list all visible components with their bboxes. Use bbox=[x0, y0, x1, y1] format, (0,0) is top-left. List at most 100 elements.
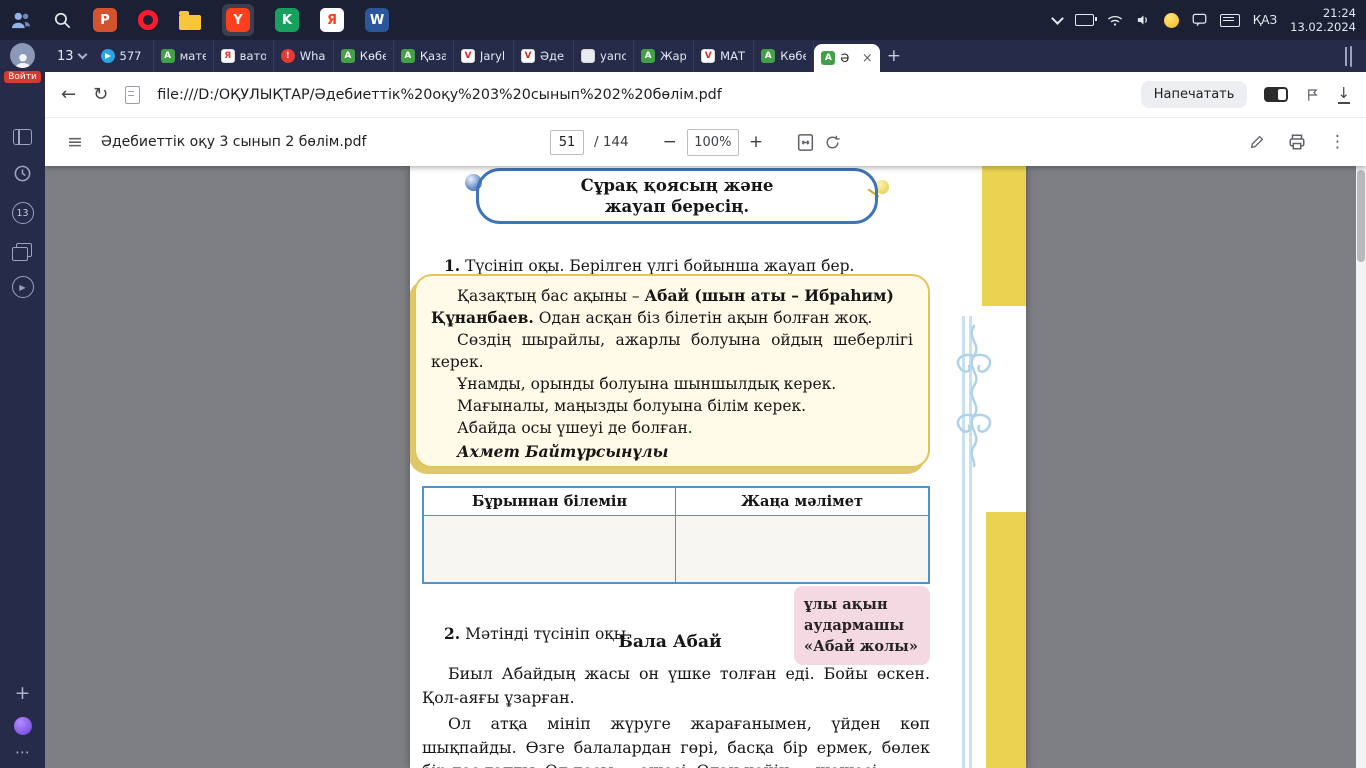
tab[interactable]: VJaryl bbox=[454, 40, 514, 72]
pdf-page: Сұрақ қоясың және жауап бересің. 1. Түсі… bbox=[410, 166, 1026, 768]
story-paragraph: Ол атқа мініп жүруге жарағанымен, үйден … bbox=[422, 712, 930, 768]
tab[interactable]: !Wha bbox=[274, 40, 334, 72]
downloads-icon[interactable]: ↓ bbox=[1337, 86, 1350, 104]
tab-count-badge[interactable]: 13 bbox=[12, 202, 34, 224]
tray-chevron-icon[interactable] bbox=[1051, 12, 1064, 25]
active-tab[interactable]: А Ә × bbox=[814, 44, 880, 72]
tab-label: Wha bbox=[300, 49, 326, 63]
tray-time: 21:24 bbox=[1290, 6, 1356, 20]
rotate-icon[interactable] bbox=[824, 134, 841, 151]
tab[interactable]: АҚаза bbox=[394, 40, 454, 72]
chat-icon[interactable] bbox=[1192, 13, 1207, 27]
tab[interactable]: VӘде bbox=[514, 40, 574, 72]
lesson-header-text: Сұрақ қоясың және жауап бересің. bbox=[550, 175, 805, 218]
language-indicator[interactable]: ҚАЗ bbox=[1253, 13, 1277, 27]
tab-label: Жар bbox=[660, 49, 686, 63]
reload-button[interactable]: ↻ bbox=[93, 86, 108, 104]
print-page-button[interactable]: Напечатать bbox=[1141, 81, 1248, 108]
story-paragraph: Биыл Абайдың жасы он үшке толған еді. Бо… bbox=[422, 662, 930, 709]
tab[interactable]: АКөбе bbox=[754, 40, 814, 72]
pdf-title: Әдебиеттік оқу 3 сынып 2 бөлім.pdf bbox=[101, 134, 367, 150]
keyboard-icon[interactable] bbox=[1220, 14, 1240, 27]
alice-icon[interactable] bbox=[14, 717, 32, 735]
v-favicon: V bbox=[701, 49, 715, 63]
alice-tray-icon[interactable] bbox=[1164, 13, 1179, 28]
scrollbar-thumb[interactable] bbox=[1357, 170, 1365, 262]
quote-bold: Абай (шын аты – Ибраһим) bbox=[645, 286, 894, 305]
yandex-search-icon[interactable]: Я bbox=[320, 8, 344, 32]
tab-counter[interactable]: 13 bbox=[49, 45, 94, 68]
avatar[interactable] bbox=[10, 43, 35, 68]
powerpoint-icon[interactable]: P bbox=[93, 8, 117, 32]
yandex-browser-icon[interactable]: Y bbox=[226, 8, 250, 32]
kundelik-icon[interactable]: K bbox=[275, 8, 299, 32]
vocabulary-box: ұлы ақын аудармашы «Абай жолы» bbox=[794, 586, 930, 665]
battery-icon[interactable] bbox=[1075, 14, 1094, 26]
close-icon[interactable]: × bbox=[862, 51, 873, 66]
yandex-browser-active-slot[interactable]: Y bbox=[222, 4, 254, 36]
annotate-pen-icon[interactable] bbox=[1249, 134, 1265, 150]
taskbar: P Y K Я W ҚАЗ bbox=[0, 0, 1366, 40]
quote-bold: Құнанбаев. bbox=[431, 308, 534, 327]
tab[interactable]: V МАТ bbox=[694, 40, 754, 72]
tab-label: уапс bbox=[600, 49, 626, 63]
menu-icon[interactable]: ≡ bbox=[67, 131, 83, 153]
quote-text: Қазақтың бас ақыны – bbox=[457, 287, 645, 305]
tab[interactable]: Явато bbox=[214, 40, 274, 72]
tab[interactable]: Амате bbox=[154, 40, 214, 72]
collections-flag-icon[interactable] bbox=[1305, 87, 1320, 103]
a-favicon: А bbox=[341, 49, 355, 63]
task1-text: Түсініп оқы. Берілген үлгі бойынша жауап… bbox=[465, 257, 854, 275]
kazakh-ornament bbox=[942, 324, 1006, 468]
more-options-icon[interactable]: ⋮ bbox=[1329, 132, 1346, 152]
people-icon[interactable] bbox=[10, 10, 32, 30]
extension-toggle-icon[interactable] bbox=[1264, 87, 1288, 102]
quote-paragraph: Сөздің шырайлы, ажарлы болуына ойдың шеб… bbox=[431, 329, 913, 373]
tab-label: МАТ bbox=[720, 49, 746, 63]
word-icon[interactable]: W bbox=[365, 8, 389, 32]
tab-label: Әде bbox=[540, 49, 566, 63]
fit-page-icon[interactable] bbox=[797, 133, 814, 152]
print-icon[interactable] bbox=[1288, 133, 1306, 151]
search-icon[interactable] bbox=[53, 11, 72, 30]
tab[interactable]: уапс bbox=[574, 40, 634, 72]
volume-icon[interactable] bbox=[1136, 13, 1151, 27]
tab-label: Көбе bbox=[360, 49, 386, 63]
page-number-input[interactable] bbox=[550, 130, 584, 155]
tab-groups-icon[interactable] bbox=[16, 243, 32, 257]
screen: P Y K Я W ҚАЗ bbox=[0, 0, 1366, 768]
page-icon[interactable] bbox=[125, 86, 140, 104]
panels-icon[interactable] bbox=[13, 129, 32, 145]
video-icon[interactable]: ▶ bbox=[12, 276, 34, 298]
pdf-content-area: Сұрақ қоясың және жауап бересің. 1. Түсі… bbox=[45, 166, 1366, 768]
sidebar-more-icon[interactable]: ⋯ bbox=[15, 749, 30, 757]
v-favicon: V bbox=[461, 49, 475, 63]
a-favicon: А bbox=[761, 49, 775, 63]
tab[interactable]: АЖар bbox=[634, 40, 694, 72]
address-bar[interactable]: file:///D:/ОҚУЛЫҚТАР/Әдебиеттік%20оқу%20… bbox=[157, 87, 1124, 103]
story-title: Бала Абай bbox=[410, 632, 930, 652]
quote-paragraph: Мағыналы, маңызды болуына білім керек. bbox=[431, 395, 913, 417]
document-favicon bbox=[581, 49, 595, 63]
pdf-scrollbar[interactable] bbox=[1356, 166, 1366, 768]
tab[interactable]: 577 bbox=[94, 40, 154, 72]
back-button[interactable]: ← bbox=[61, 86, 76, 104]
tab[interactable]: А Көбе bbox=[334, 40, 394, 72]
wifi-icon[interactable] bbox=[1107, 14, 1123, 27]
login-badge[interactable]: Войти bbox=[4, 71, 41, 83]
sidebar-toggle-icon[interactable] bbox=[1350, 46, 1352, 67]
table-cell-empty bbox=[424, 516, 676, 582]
zoom-in-button[interactable]: + bbox=[749, 132, 763, 152]
quote-paragraph: Абайда осы үшеуі де болған. bbox=[431, 417, 913, 439]
zoom-out-button[interactable]: − bbox=[663, 132, 677, 152]
task1-line: 1. Түсініп оқы. Берілген үлгі бойынша жа… bbox=[444, 256, 854, 275]
decor-yellow-bottom bbox=[986, 512, 1026, 768]
file-explorer-icon[interactable] bbox=[179, 15, 201, 30]
history-icon[interactable] bbox=[13, 164, 32, 183]
opera-icon[interactable] bbox=[138, 10, 158, 30]
a-favicon: А bbox=[161, 49, 175, 63]
tab-bar: 13 577 Амате Явато !Wha А Көбе АҚаза VJar… bbox=[45, 40, 1366, 72]
sidebar-add-icon[interactable]: + bbox=[15, 684, 31, 703]
new-tab-button[interactable]: + bbox=[880, 46, 908, 66]
clock[interactable]: 21:24 13.02.2024 bbox=[1290, 6, 1356, 35]
